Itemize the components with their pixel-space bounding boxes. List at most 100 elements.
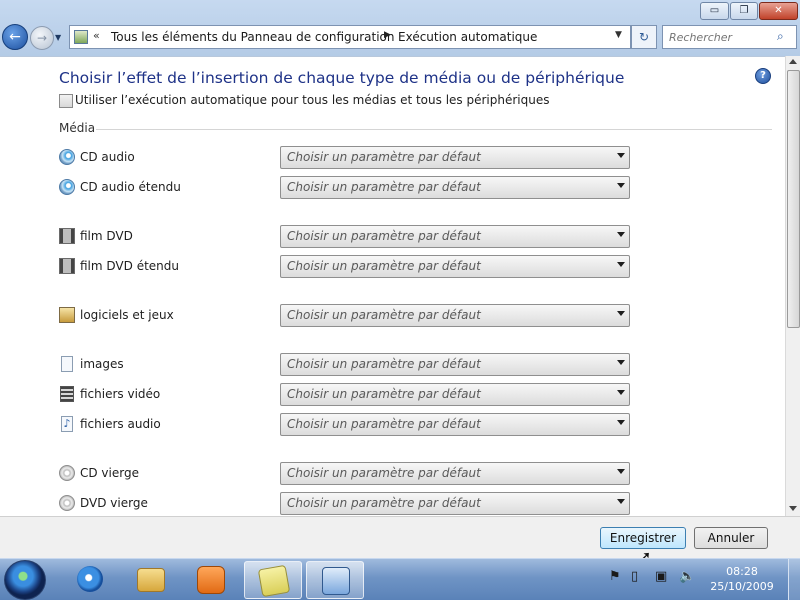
blank-cd-icon: [59, 465, 75, 481]
taskbar: ⚑ ▯ ▣ 🔈 08:28 25/10/2009: [0, 558, 800, 600]
control-panel-icon: [74, 30, 88, 44]
enhanced-audio-cd-icon: [59, 179, 75, 195]
select-value: Choisir un paramètre par défaut: [287, 259, 481, 273]
save-button[interactable]: Enregistrer: [600, 527, 686, 549]
pictures-select[interactable]: Choisir un paramètre par défaut: [280, 353, 630, 376]
clock-date: 25/10/2009: [710, 580, 774, 593]
chevron-down-icon: [617, 360, 625, 365]
chevron-down-icon: [617, 183, 625, 188]
chevron-down-icon: [617, 420, 625, 425]
sticky-notes-icon: [257, 564, 291, 598]
enhanced-dvd-movie-select[interactable]: Choisir un paramètre par défaut: [280, 255, 630, 278]
select-value: Choisir un paramètre par défaut: [287, 180, 481, 194]
minimize-button[interactable]: ▭: [700, 2, 729, 20]
taskbar-control-panel[interactable]: [306, 561, 364, 599]
close-button[interactable]: ✕: [759, 2, 798, 20]
media-player-icon: [197, 566, 225, 594]
audio-files-select[interactable]: Choisir un paramètre par défaut: [280, 413, 630, 436]
chevron-down-icon: [617, 499, 625, 504]
address-dropdown-button[interactable]: ▼: [615, 30, 622, 40]
scroll-up-icon[interactable]: [789, 59, 797, 64]
chevron-down-icon: [617, 153, 625, 158]
taskbar-windows-explorer[interactable]: [122, 561, 178, 597]
windows-explorer-icon: [137, 568, 165, 592]
volume-icon[interactable]: 🔈: [679, 569, 695, 585]
audio-cd-icon: [59, 149, 75, 165]
dialog-footer: Enregistrer Annuler ➚: [0, 516, 800, 566]
media-label-audio-files: fichiers audio: [80, 417, 161, 431]
taskbar-media-player[interactable]: [182, 561, 238, 597]
clock-time: 08:28: [726, 565, 758, 578]
audio-files-icon: ♪: [61, 416, 73, 432]
select-value: Choisir un paramètre par défaut: [287, 308, 481, 322]
show-desktop-button[interactable]: [788, 559, 800, 600]
taskbar-sticky-notes[interactable]: [244, 561, 302, 599]
blank-dvd-icon: [59, 495, 75, 511]
select-value: Choisir un paramètre par défaut: [287, 387, 481, 401]
software-games-select[interactable]: Choisir un paramètre par défaut: [280, 304, 630, 327]
media-label-dvd-movie: film DVD: [80, 229, 133, 243]
video-files-select[interactable]: Choisir un paramètre par défaut: [280, 383, 630, 406]
pictures-icon: [61, 356, 73, 372]
dvd-movie-select[interactable]: Choisir un paramètre par défaut: [280, 225, 630, 248]
scrollbar-thumb[interactable]: [787, 70, 800, 328]
control-panel-icon: [322, 567, 350, 595]
media-label-software-games: logiciels et jeux: [80, 308, 174, 322]
media-section-heading: Média: [59, 121, 96, 135]
select-value: Choisir un paramètre par défaut: [287, 357, 481, 371]
media-label-blank-dvd: DVD vierge: [80, 496, 148, 510]
action-center-icon[interactable]: ⚑: [609, 569, 623, 585]
autoplay-all-checkbox[interactable]: [59, 94, 73, 108]
refresh-button[interactable]: ↻: [631, 25, 657, 49]
blank-cd-select[interactable]: Choisir un paramètre par défaut: [280, 462, 630, 485]
autoplay-settings-panel: ? Choisir l’effet de l’insertion de chaq…: [0, 56, 785, 517]
enhanced-dvd-movie-icon: [59, 258, 75, 274]
media-label-cd-audio: CD audio: [80, 150, 135, 164]
software-games-icon: [59, 307, 75, 323]
cd-audio-select[interactable]: Choisir un paramètre par défaut: [280, 146, 630, 169]
media-label-enhanced-dvd-movie: film DVD étendu: [80, 259, 179, 273]
select-value: Choisir un paramètre par défaut: [287, 466, 481, 480]
taskbar-internet-explorer[interactable]: [62, 561, 118, 597]
video-files-icon: [60, 386, 74, 402]
title-bar: ▭ ❐ ✕ ← → ▼ « Tous les éléments du Panne…: [0, 0, 800, 56]
removable-device-icon[interactable]: ▯: [631, 569, 645, 585]
maximize-button[interactable]: ❐: [730, 2, 758, 20]
chevron-down-icon: [617, 262, 625, 267]
chevron-down-icon: [617, 469, 625, 474]
dvd-movie-icon: [59, 228, 75, 244]
chevron-down-icon: [617, 390, 625, 395]
chevron-down-icon: [617, 232, 625, 237]
search-box[interactable]: ⌕: [662, 25, 797, 49]
cancel-button[interactable]: Annuler: [694, 527, 768, 549]
select-value: Choisir un paramètre par défaut: [287, 496, 481, 510]
chevron-down-icon: [617, 311, 625, 316]
blank-dvd-select[interactable]: Choisir un paramètre par défaut: [280, 492, 630, 515]
breadcrumb-autoplay[interactable]: Exécution automatique: [398, 30, 537, 44]
help-icon[interactable]: ?: [755, 68, 771, 84]
section-divider: [96, 129, 772, 130]
breadcrumb-control-panel[interactable]: Tous les éléments du Panneau de configur…: [111, 30, 395, 44]
media-label-video-files: fichiers vidéo: [80, 387, 161, 401]
autoplay-all-label[interactable]: Utiliser l’exécution automatique pour to…: [75, 93, 549, 107]
start-button[interactable]: [4, 560, 46, 600]
breadcrumb-overflow-button[interactable]: «: [93, 29, 100, 42]
breadcrumb-separator-icon[interactable]: ▶: [384, 30, 391, 40]
back-button[interactable]: ←: [2, 24, 28, 50]
scroll-down-icon[interactable]: [789, 506, 797, 511]
recent-pages-button[interactable]: ▼: [55, 33, 61, 42]
select-value: Choisir un paramètre par défaut: [287, 229, 481, 243]
media-label-enhanced-cd-audio: CD audio étendu: [80, 180, 181, 194]
media-label-pictures: images: [80, 357, 124, 371]
enhanced-cd-audio-select[interactable]: Choisir un paramètre par défaut: [280, 176, 630, 199]
media-label-blank-cd: CD vierge: [80, 466, 139, 480]
search-icon[interactable]: ⌕: [777, 29, 784, 44]
network-icon[interactable]: ▣: [655, 569, 669, 585]
select-value: Choisir un paramètre par défaut: [287, 417, 481, 431]
page-title: Choisir l’effet de l’insertion de chaque…: [59, 69, 625, 87]
clock[interactable]: 08:28 25/10/2009: [706, 564, 778, 594]
vertical-scrollbar[interactable]: [785, 56, 800, 516]
forward-button[interactable]: →: [30, 26, 54, 50]
address-bar[interactable]: « Tous les éléments du Panneau de config…: [69, 25, 631, 49]
search-input[interactable]: [667, 28, 775, 46]
